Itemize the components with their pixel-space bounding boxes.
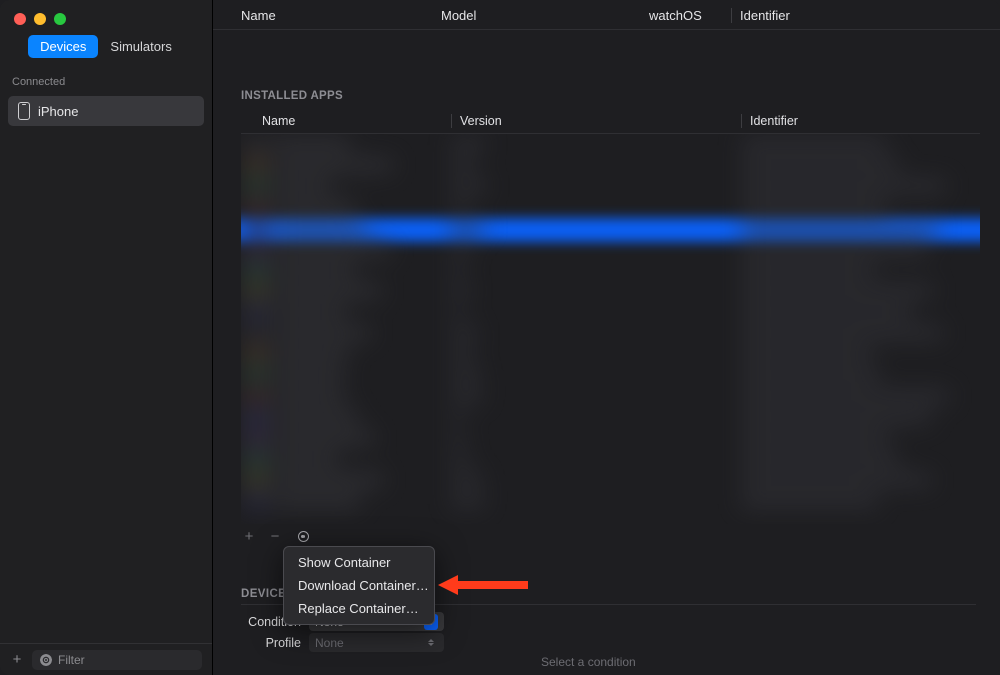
zoom-window-button[interactable]: [54, 13, 66, 25]
ellipsis-circle-icon: [298, 531, 309, 542]
menu-download-container[interactable]: Download Container…: [284, 574, 434, 597]
filter-placeholder: Filter: [58, 653, 85, 667]
sidebar-section-connected: Connected: [0, 72, 212, 92]
chevron-updown-icon: [424, 635, 438, 651]
column-model[interactable]: Model: [441, 8, 649, 23]
filter-icon: [40, 654, 52, 666]
column-name[interactable]: Name: [241, 8, 441, 23]
minimize-window-button[interactable]: [34, 13, 46, 25]
sidebar-footer: + Filter: [0, 643, 212, 675]
profile-select: None: [309, 633, 444, 652]
window-controls: [0, 0, 212, 31]
profile-value: None: [315, 636, 344, 650]
add-button[interactable]: +: [10, 651, 24, 668]
sidebar-device-iphone[interactable]: iPhone: [8, 96, 204, 126]
profile-label: Profile: [241, 636, 301, 650]
paired-watches-header: Name Model watchOS Identifier: [213, 0, 1000, 30]
apps-column-identifier[interactable]: Identifier: [741, 114, 980, 128]
iphone-icon: [18, 102, 30, 120]
column-identifier[interactable]: Identifier: [731, 8, 984, 23]
installed-apps-table: Name Version Identifier: [241, 108, 980, 524]
sidebar-device-label: iPhone: [38, 104, 78, 119]
installed-apps-columns: Name Version Identifier: [241, 108, 980, 134]
apps-column-name[interactable]: Name: [261, 114, 451, 128]
installed-apps-label: INSTALLED APPS: [213, 30, 1000, 108]
menu-show-container[interactable]: Show Container: [284, 551, 434, 574]
close-window-button[interactable]: [14, 13, 26, 25]
filter-input[interactable]: Filter: [32, 650, 202, 670]
column-watchos[interactable]: watchOS: [649, 8, 731, 23]
app-actions-menu-button[interactable]: [293, 529, 313, 545]
sidebar: Devices Simulators Connected iPhone + Fi…: [0, 0, 213, 675]
apps-column-version[interactable]: Version: [451, 114, 741, 128]
add-app-button[interactable]: +: [241, 528, 257, 545]
container-context-menu: Show Container Download Container… Repla…: [283, 546, 435, 625]
sidebar-tabs: Devices Simulators: [28, 35, 184, 58]
remove-app-button[interactable]: −: [267, 528, 283, 545]
condition-hint: Select a condition: [241, 653, 976, 669]
installed-apps-body[interactable]: [241, 134, 980, 524]
menu-replace-container[interactable]: Replace Container…: [284, 597, 434, 620]
annotation-arrow: [438, 573, 528, 597]
tab-simulators[interactable]: Simulators: [98, 35, 183, 58]
tab-devices[interactable]: Devices: [28, 35, 98, 58]
